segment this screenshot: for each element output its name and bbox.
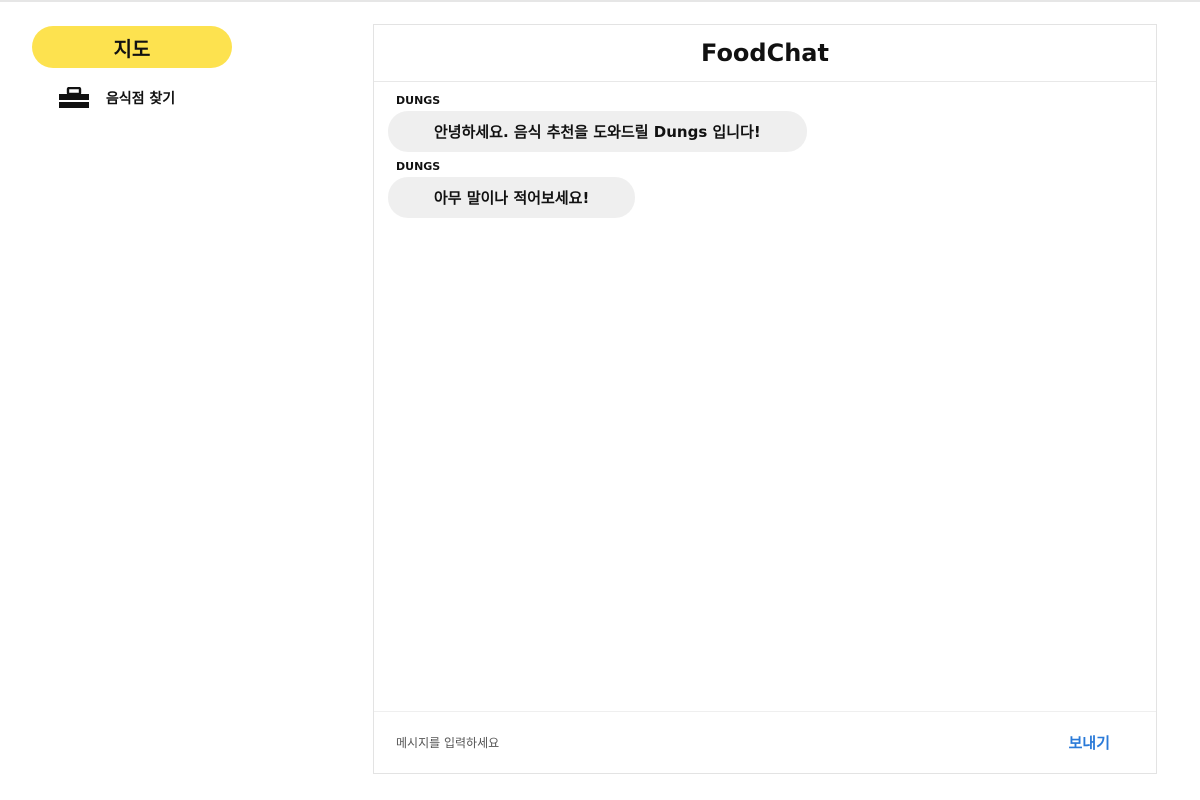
chat-panel: FoodChat DUNGS 안녕하세요. 음식 추천을 도와드릴 Dungs … [373, 24, 1157, 774]
message-sender: DUNGS [396, 160, 441, 173]
message-input[interactable] [396, 727, 1069, 758]
send-button[interactable]: 보내기 [1069, 732, 1110, 753]
message-item: DUNGS 아무 말이나 적어보세요! [388, 160, 1142, 218]
message-item: DUNGS 안녕하세요. 음식 추천을 도와드릴 Dungs 입니다! [388, 94, 1142, 152]
map-button[interactable]: 지도 [32, 26, 232, 68]
sidebar-item-find-restaurant[interactable]: 음식점 찾기 [58, 86, 332, 110]
message-list[interactable]: DUNGS 안녕하세요. 음식 추천을 도와드릴 Dungs 입니다! DUNG… [374, 82, 1156, 712]
message-bubble: 안녕하세요. 음식 추천을 도와드릴 Dungs 입니다! [388, 111, 807, 152]
message-bubble: 아무 말이나 적어보세요! [388, 177, 636, 218]
top-divider [0, 0, 1200, 2]
sidebar: 지도 음식점 찾기 [32, 26, 332, 110]
briefcase-icon [58, 86, 90, 109]
message-input-bar: 보내기 [374, 711, 1156, 773]
chat-title: FoodChat [701, 39, 829, 67]
message-sender: DUNGS [396, 94, 441, 107]
chat-header: FoodChat [374, 25, 1156, 82]
sidebar-item-label: 음식점 찾기 [106, 91, 176, 107]
